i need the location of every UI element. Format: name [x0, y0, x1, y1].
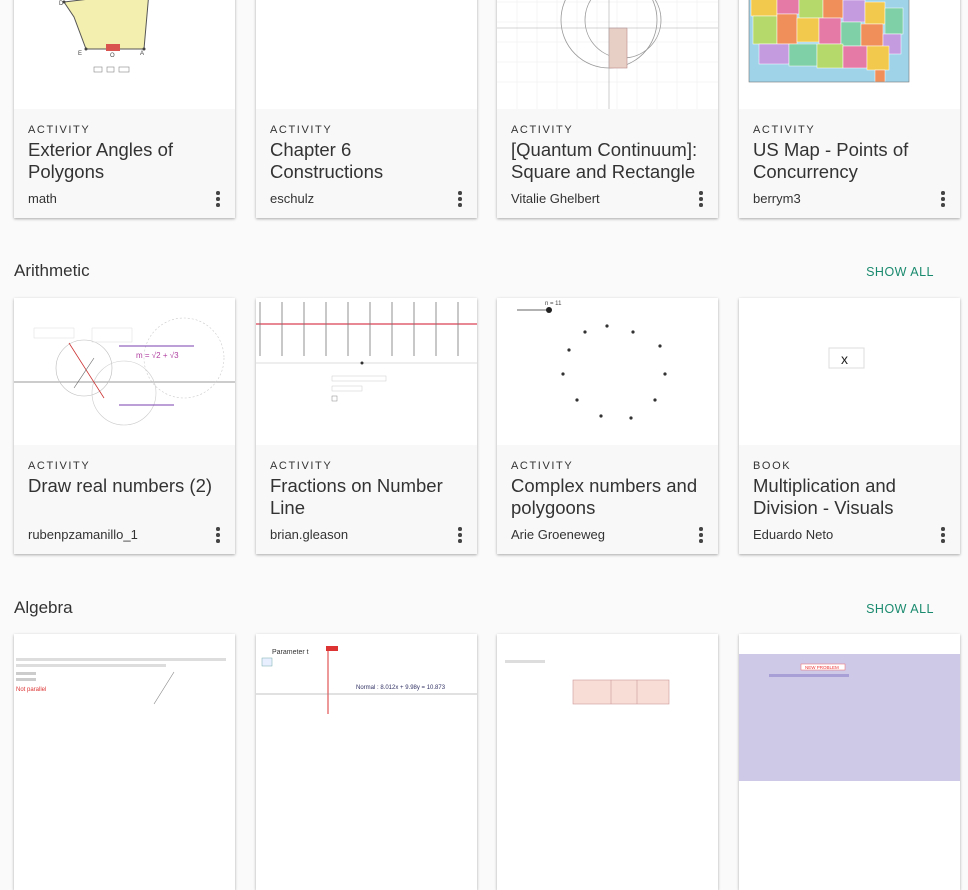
card-title[interactable]: Exterior Angles of Polygons	[28, 139, 218, 183]
card-author[interactable]: Vitalie Ghelbert	[511, 191, 600, 206]
multiply-symbol: x	[841, 351, 848, 367]
material-card[interactable]: ACTIVITY Fractions on Number Line brian.…	[256, 298, 477, 554]
card-meta: ACTIVITY [Quantum Continuum]: Square and…	[497, 109, 718, 218]
card-meta: ACTIVITY US Map - Points of Concurrency …	[739, 109, 960, 218]
card-thumbnail[interactable]	[256, 298, 477, 445]
card-title[interactable]: US Map - Points of Concurrency	[753, 139, 943, 183]
card-row-featured: D E A O ACTIVITY Exterior Angles of Poly…	[14, 0, 961, 218]
card-meta: ACTIVITY Complex numbers and polygoons A…	[497, 445, 718, 554]
card-title[interactable]: Draw real numbers (2)	[28, 475, 218, 497]
material-card[interactable]: NEW PROBLEM	[739, 634, 960, 890]
more-options-icon[interactable]	[936, 190, 950, 208]
card-meta: ACTIVITY Chapter 6 Constructions eschulz	[256, 109, 477, 218]
material-card[interactable]	[497, 634, 718, 890]
card-author[interactable]: math	[28, 191, 57, 206]
card-type: ACTIVITY	[511, 460, 574, 472]
card-meta: ACTIVITY Fractions on Number Line brian.…	[256, 445, 477, 554]
card-thumbnail[interactable]: D E A O	[14, 0, 235, 109]
card-type: ACTIVITY	[28, 460, 91, 472]
card-author[interactable]: Eduardo Neto	[753, 527, 833, 542]
card-thumbnail[interactable]	[497, 634, 718, 781]
card-author[interactable]: berrym3	[753, 191, 801, 206]
material-card[interactable]: Parameter t Normal : 8.012x + 9.98y = 10…	[256, 634, 477, 890]
status-label: Not parallel	[16, 687, 46, 693]
card-title[interactable]: [Quantum Continuum]: Square and Rectangl…	[511, 139, 701, 183]
more-options-icon[interactable]	[694, 190, 708, 208]
card-thumbnail[interactable]: m = √2 + √3	[14, 298, 235, 445]
material-card[interactable]: ACTIVITY [Quantum Continuum]: Square and…	[497, 0, 718, 218]
formula-label: m = √2 + √3	[136, 351, 179, 360]
new-problem-label: NEW PROBLEM	[805, 665, 839, 670]
card-meta: ACTIVITY Draw real numbers (2) rubenpzam…	[14, 445, 235, 554]
vertex-label: D	[59, 1, 64, 7]
card-type: ACTIVITY	[753, 124, 816, 136]
card-row-arithmetic: m = √2 + √3 ACTIVITY Draw real numbers (…	[14, 298, 961, 554]
equation-label: Normal : 8.012x + 9.98y = 10.873	[356, 685, 446, 691]
material-card[interactable]: m = √2 + √3 ACTIVITY Draw real numbers (…	[14, 298, 235, 554]
more-options-icon[interactable]	[694, 526, 708, 544]
card-title[interactable]: Fractions on Number Line	[270, 475, 460, 519]
material-card[interactable]: D E A O ACTIVITY Exterior Angles of Poly…	[14, 0, 235, 218]
card-meta: BOOK Multiplication and Division - Visua…	[739, 445, 960, 554]
vertex-label: A	[140, 51, 144, 57]
slider-label: n = 11	[545, 301, 562, 307]
material-card[interactable]: Not parallel	[14, 634, 235, 890]
section-title-arithmetic: Arithmetic	[14, 261, 90, 280]
card-author[interactable]: rubenpzamanillo_1	[28, 527, 138, 542]
card-type: ACTIVITY	[28, 124, 91, 136]
material-card[interactable]: ACTIVITY US Map - Points of Concurrency …	[739, 0, 960, 218]
card-thumbnail[interactable]	[739, 0, 960, 109]
more-options-icon[interactable]	[936, 526, 950, 544]
show-all-algebra-link[interactable]: SHOW ALL	[866, 602, 934, 616]
card-row-algebra: Not parallel Parameter t Normal : 8.012x…	[14, 634, 961, 890]
card-thumbnail[interactable]: x	[739, 298, 960, 445]
card-title[interactable]: Chapter 6 Constructions	[270, 139, 460, 183]
card-meta: ACTIVITY Exterior Angles of Polygons mat…	[14, 109, 235, 218]
card-type: ACTIVITY	[270, 460, 333, 472]
card-title[interactable]: Complex numbers and polygoons	[511, 475, 701, 519]
show-all-arithmetic-link[interactable]: SHOW ALL	[866, 265, 934, 279]
card-type: ACTIVITY	[270, 124, 333, 136]
card-thumbnail[interactable]: n = 11	[497, 298, 718, 445]
vertex-label: O	[110, 53, 115, 59]
card-thumbnail[interactable]: NEW PROBLEM	[739, 634, 960, 781]
card-title[interactable]: Multiplication and Division - Visuals	[753, 475, 943, 519]
more-options-icon[interactable]	[453, 190, 467, 208]
card-author[interactable]: brian.gleason	[270, 527, 348, 542]
card-type: BOOK	[753, 460, 792, 472]
card-author[interactable]: eschulz	[270, 191, 314, 206]
more-options-icon[interactable]	[453, 526, 467, 544]
card-thumbnail[interactable]: Parameter t Normal : 8.012x + 9.98y = 10…	[256, 634, 477, 781]
card-thumbnail[interactable]: Not parallel	[14, 634, 235, 781]
more-options-icon[interactable]	[211, 190, 225, 208]
more-options-icon[interactable]	[211, 526, 225, 544]
parameter-label: Parameter t	[272, 649, 309, 656]
vertex-label: E	[78, 51, 82, 57]
section-title-algebra: Algebra	[14, 598, 73, 617]
material-card[interactable]: ACTIVITY Chapter 6 Constructions eschulz	[256, 0, 477, 218]
card-thumbnail[interactable]	[497, 0, 718, 109]
card-type: ACTIVITY	[511, 124, 574, 136]
material-card[interactable]: x BOOK Multiplication and Division - Vis…	[739, 298, 960, 554]
card-thumbnail[interactable]	[256, 0, 477, 109]
material-card[interactable]: n = 11 ACTIVITY Complex numbers and poly…	[497, 298, 718, 554]
card-author[interactable]: Arie Groeneweg	[511, 527, 605, 542]
